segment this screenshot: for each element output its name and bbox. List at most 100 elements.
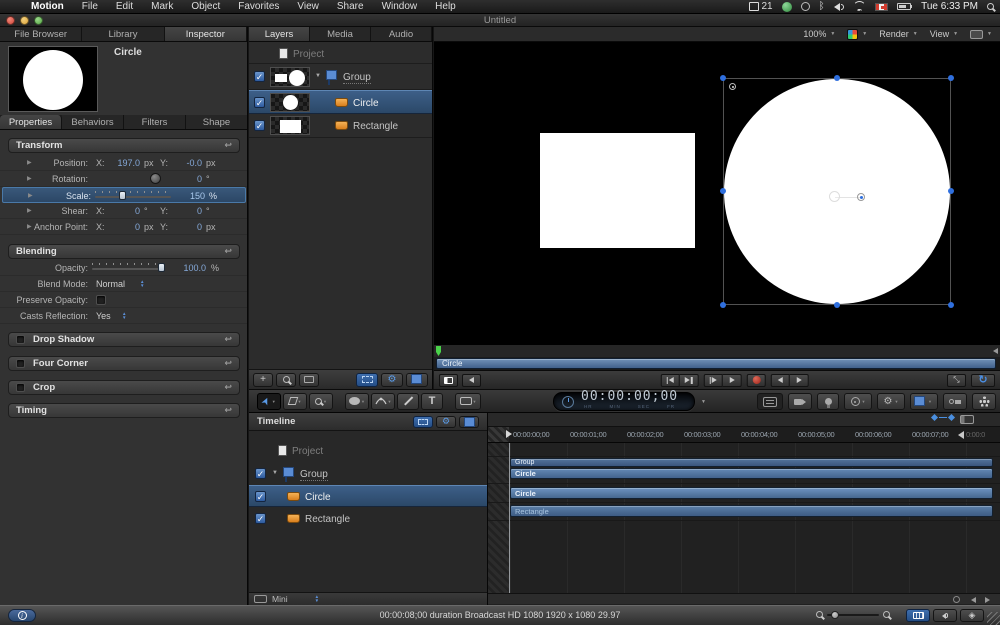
layer-row-project[interactable]: Project [249,44,432,64]
tab-inspector[interactable]: Inspector [165,27,247,41]
timeline-gear-toggle[interactable]: ⚙ [436,416,456,428]
previous-frame-button[interactable] [462,374,481,387]
display-dropdown[interactable]: ▼ [970,30,992,39]
timeline-tracks[interactable]: Group Circle Circle Rectangle [488,443,1000,593]
zoom-window-button[interactable] [34,16,43,25]
menu-item-help[interactable]: Help [426,1,465,12]
keyframes-toggle[interactable] [932,415,954,420]
circle-visibility-checkbox[interactable]: ✓ [254,97,265,108]
crop-reset-icon[interactable]: ↩ [224,382,232,393]
drop-shadow-section-header[interactable]: Drop Shadow ↩ [8,332,240,347]
rotation-handle[interactable] [857,193,865,201]
canvas-rectangle-shape[interactable] [540,133,695,248]
playhead-marker[interactable] [506,430,512,438]
subtab-filters[interactable]: Filters [124,115,186,129]
project-end-marker[interactable] [958,431,964,439]
marquee-toggle-button[interactable] [356,373,378,387]
four-corner-section-header[interactable]: Four Corner ↩ [8,356,240,371]
blend-mode-value[interactable]: Normal [96,279,125,289]
rectangle-visibility-checkbox[interactable]: ✓ [254,120,265,131]
drop-shadow-checkbox[interactable] [16,335,25,344]
position-y-value[interactable]: -0.0 [166,158,202,168]
timecode-dropdown-icon[interactable]: ▼ [701,399,706,405]
make-clone-button[interactable] [943,393,967,410]
canvas-mini-timeline-ruler[interactable] [434,344,1000,357]
canvas-circle-selection[interactable] [723,78,951,305]
timeline-ruler[interactable]: 00:00:00;00 00:00:01;00 00:00:02;00 00:0… [488,427,1000,443]
menu-item-object[interactable]: Object [182,1,229,12]
position-x-value[interactable]: 197.0 [104,158,140,168]
scale-slider-thumb[interactable] [119,191,126,200]
blending-section-header[interactable]: Blending ↩ [8,244,240,259]
menu-item-edit[interactable]: Edit [107,1,142,12]
mask-tool-button[interactable]: ▼ [455,393,481,410]
group-visibility-checkbox[interactable]: ✓ [254,71,265,82]
render-dropdown[interactable]: Render▼ [879,29,917,39]
timeline-zoom-control[interactable] [816,611,890,618]
timing-section-header[interactable]: Timing ↩ [8,403,240,418]
record-button[interactable] [747,374,766,387]
globe-status-icon[interactable] [782,2,792,12]
anchor-x-value[interactable]: 0 [104,222,140,232]
menu-item-view[interactable]: View [288,1,328,12]
new-light-button[interactable] [817,393,839,410]
select-tool-button[interactable]: ➤ ▼ [257,393,281,410]
drop-shadow-reset-icon[interactable]: ↩ [224,334,232,345]
zoom-level-dropdown[interactable]: 100%▼ [803,29,835,39]
show-keyframe-editor-button[interactable]: ◈ [960,609,984,622]
timeline-row-group[interactable]: ✓ ▼ Group [249,463,487,485]
text-tool-button[interactable]: T [421,393,443,410]
menu-item-share[interactable]: Share [328,1,373,12]
selection-handle[interactable] [948,302,954,308]
shear-x-value[interactable]: 0 [104,206,140,216]
selection-handle[interactable] [948,75,954,81]
crop-checkbox[interactable] [16,383,25,392]
scroll-dot-button[interactable] [953,596,960,603]
subtab-properties[interactable]: Properties [0,115,62,129]
circle-label[interactable]: Circle [353,98,379,109]
track-bar-group[interactable]: Group [510,458,993,467]
window-title-bar[interactable]: Untitled [0,14,1000,27]
zoom-slider-track[interactable] [827,614,879,616]
zoom-tool-button[interactable]: ▼ [309,393,333,410]
go-to-end-button[interactable] [680,374,699,387]
show-audio-pane-button[interactable] [933,609,957,622]
group-label[interactable]: Group [343,72,371,84]
transform-section-header[interactable]: Transform ↩ [8,138,240,153]
zoom-slider-thumb[interactable] [831,611,839,619]
layer-row-circle-selected[interactable]: ✓ Circle [249,90,432,114]
fit-window-button[interactable]: ⤡ [947,374,966,387]
timeline-hscroll[interactable] [488,593,1000,604]
tab-media[interactable]: Media [310,27,371,41]
selection-handle[interactable] [720,75,726,81]
play-from-start-button[interactable] [704,374,723,387]
mini-playhead-marker[interactable] [436,346,441,356]
clip-appearance-icon[interactable] [960,415,974,424]
show-timeline-button[interactable] [439,374,458,387]
rotation-value[interactable]: 0 [166,174,202,184]
opacity-slider-thumb[interactable] [158,263,165,272]
new-camera-button[interactable] [788,393,812,410]
timecode-value[interactable]: 00:00:00;00 [581,392,678,402]
bezier-tool-button[interactable]: ▼ [371,393,395,410]
shear-y-value[interactable]: 0 [166,206,202,216]
step-forward-button[interactable] [790,374,809,387]
scroll-right-button[interactable] [985,597,990,603]
add-filter-button[interactable]: ▼ [910,393,938,410]
search-button[interactable] [276,373,296,387]
timing-reset-icon[interactable]: ↩ [224,405,232,416]
bluetooth-icon[interactable]: ᛒ [819,1,825,12]
opacity-slider-track[interactable] [92,268,164,270]
casts-reflection-dropdown-icon[interactable]: ▲▼ [122,312,126,319]
timeline-row-project[interactable]: Project [249,441,487,461]
transform-reset-icon[interactable]: ↩ [224,140,232,151]
spotlight-icon[interactable] [987,3,994,10]
tab-file-browser[interactable]: File Browser [0,27,82,41]
add-behavior-button[interactable]: ⚙▼ [877,393,905,410]
timecode-display[interactable]: 00:00:00;00 HR MIN SEC FR [553,392,695,411]
tab-audio[interactable]: Audio [371,27,432,41]
layer-row-group[interactable]: ✓ ▼ Group [249,64,432,90]
zoom-in-icon[interactable] [883,611,890,618]
menu-item-window[interactable]: Window [373,1,427,12]
zoom-preset-dropdown-icon[interactable]: ▲▼ [315,595,319,602]
